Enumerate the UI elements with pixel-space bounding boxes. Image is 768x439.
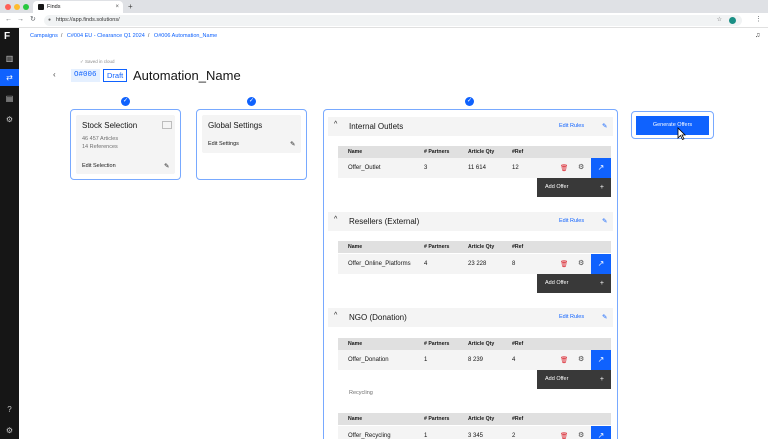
gear-icon[interactable]: ⚙ xyxy=(578,259,584,267)
trash-icon[interactable]: 🗑 xyxy=(560,164,568,172)
pencil-icon[interactable]: ✎ xyxy=(602,313,607,321)
url-field[interactable]: ● https://app.finds.solutions/ ☆ xyxy=(44,15,742,26)
back-chevron-icon[interactable]: ‹ xyxy=(53,70,56,79)
window-close-dot[interactable] xyxy=(5,4,11,10)
forward-arrow-icon[interactable]: → xyxy=(17,15,24,25)
window-maximize-dot[interactable] xyxy=(23,4,29,10)
table-row[interactable]: Offer_Donation 1 8 239 4 🗑 ⚙ ↗ xyxy=(338,350,611,370)
open-external-icon[interactable]: ↗ xyxy=(591,350,611,370)
table-header: Name # Partners Article Qty #Ref xyxy=(338,413,611,425)
browser-menu-icon[interactable]: ⋮ xyxy=(755,15,762,25)
add-offer-button[interactable]: Add Offer + xyxy=(537,370,611,389)
new-tab-button[interactable]: + xyxy=(128,1,133,12)
settings-icon[interactable]: ⚙ xyxy=(0,111,19,128)
plus-icon: + xyxy=(599,376,604,383)
finds-favicon-icon xyxy=(38,4,44,10)
plus-icon: + xyxy=(599,184,604,191)
checkmark-icon: ✓ xyxy=(121,97,130,106)
checkmark-icon: ✓ xyxy=(247,97,256,106)
app-sidebar: F ▥ ⇄ ▤ ⚙ ? ⚙ xyxy=(0,28,19,439)
cursor-icon xyxy=(677,127,686,140)
add-offer-button[interactable]: Add Offer + xyxy=(537,274,611,293)
articles-count: 46 457 Articles xyxy=(82,136,119,142)
trash-icon[interactable]: 🗑 xyxy=(560,260,568,268)
folder-icon[interactable]: ▤ xyxy=(0,90,19,107)
table-header: Name # Partners Article Qty #Ref xyxy=(338,338,611,350)
breadcrumb-current[interactable]: O#006 Automation_Name xyxy=(154,33,217,39)
table-header: Name # Partners Article Qty #Ref xyxy=(338,241,611,253)
reload-icon[interactable]: ↻ xyxy=(30,15,36,25)
chevron-up-icon[interactable]: ^ xyxy=(334,312,337,319)
global-settings-card[interactable]: Global Settings Edit Settings ✎ xyxy=(202,115,301,153)
global-settings-box: Global Settings Edit Settings ✎ xyxy=(196,109,307,180)
table-row[interactable]: Offer_Online_Platforms 4 23 228 8 🗑 ⚙ ↗ xyxy=(338,254,611,274)
pencil-icon[interactable]: ✎ xyxy=(164,162,169,170)
chart-icon[interactable]: ▥ xyxy=(0,50,19,67)
global-settings-title: Global Settings xyxy=(208,121,263,130)
trash-icon[interactable]: 🗑 xyxy=(560,356,568,364)
gear-icon[interactable]: ⚙ xyxy=(578,431,584,439)
section-title: Internal Outlets xyxy=(349,122,404,131)
bell-icon[interactable]: ♫ xyxy=(755,32,760,39)
back-arrow-icon[interactable]: ← xyxy=(5,15,12,25)
pencil-icon[interactable]: ✎ xyxy=(602,122,607,130)
finds-logo-icon[interactable]: F xyxy=(4,31,10,42)
edit-settings-button[interactable]: Edit Settings xyxy=(208,141,239,147)
recycling-label-fragment: Recycling xyxy=(349,390,373,396)
stock-selection-card[interactable]: Stock Selection 46 457 Articles 14 Refer… xyxy=(76,115,175,174)
breadcrumb: Campaigns / C#004 EU - Clearance Q1 2024/… xyxy=(30,33,218,39)
open-external-icon[interactable]: ↗ xyxy=(591,426,611,439)
generate-offers-box: Generate Offers xyxy=(631,111,714,139)
stock-selection-title: Stock Selection xyxy=(82,121,138,130)
table-header: Name # Partners Article Qty #Ref xyxy=(338,146,611,158)
open-external-icon[interactable]: ↗ xyxy=(591,158,611,178)
chevron-up-icon[interactable]: ^ xyxy=(334,121,337,128)
gear-icon[interactable]: ⚙ xyxy=(578,355,584,363)
checkmark-icon: ✓ xyxy=(465,97,474,106)
pencil-icon[interactable]: ✎ xyxy=(290,140,295,148)
gear-icon[interactable]: ⚙ xyxy=(578,163,584,171)
table-icon xyxy=(162,121,172,129)
url-text: https://app.finds.solutions/ xyxy=(56,17,120,23)
tab-close-icon[interactable]: × xyxy=(115,1,119,13)
offer-groups-panel: ^ Internal Outlets Edit Rules ✎ Name # Pa… xyxy=(323,109,618,439)
section-title: NGO (Donation) xyxy=(349,313,407,322)
section-header-ngo[interactable]: ^ NGO (Donation) Edit Rules ✎ xyxy=(328,308,613,327)
transfer-icon[interactable]: ⇄ xyxy=(0,69,19,86)
help-icon[interactable]: ? xyxy=(0,401,19,418)
plus-icon: + xyxy=(599,280,604,287)
generate-offers-button[interactable]: Generate Offers xyxy=(636,116,709,135)
breadcrumb-campaigns[interactable]: Campaigns xyxy=(30,33,58,39)
tab-title: Finds xyxy=(47,4,61,10)
trash-icon[interactable]: 🗑 xyxy=(560,432,568,439)
automation-id-chip: O#006 xyxy=(71,69,100,82)
add-offer-button[interactable]: Add Offer + xyxy=(537,178,611,197)
table-row[interactable]: Offer_Recycling 1 3 345 2 🗑 ⚙ ↗ xyxy=(338,426,611,439)
breadcrumb-campaign[interactable]: C#004 EU - Clearance Q1 2024 xyxy=(67,33,145,39)
browser-address-bar: ← → ↻ ● https://app.finds.solutions/ ☆ ⋮ xyxy=(0,13,768,28)
chevron-up-icon[interactable]: ^ xyxy=(334,216,337,223)
section-header-resellers[interactable]: ^ Resellers (External) Edit Rules ✎ xyxy=(328,212,613,231)
page-title: Automation_Name xyxy=(133,68,241,83)
star-icon[interactable]: ☆ xyxy=(717,15,722,26)
edit-selection-button[interactable]: Edit Selection xyxy=(82,163,116,169)
saved-status: ✓ Saved in cloud xyxy=(80,59,115,64)
open-external-icon[interactable]: ↗ xyxy=(591,254,611,274)
browser-tab[interactable]: Finds × xyxy=(33,1,123,13)
status-badge: Draft xyxy=(103,69,128,82)
edit-rules-link[interactable]: Edit Rules xyxy=(559,123,584,129)
profile-avatar[interactable] xyxy=(729,17,736,24)
stock-selection-box: Stock Selection 46 457 Articles 14 Refer… xyxy=(70,109,181,180)
browser-tab-bar: Finds × + xyxy=(0,0,768,13)
window-minimize-dot[interactable] xyxy=(14,4,20,10)
section-title: Resellers (External) xyxy=(349,217,420,226)
edit-rules-link[interactable]: Edit Rules xyxy=(559,218,584,224)
edit-rules-link[interactable]: Edit Rules xyxy=(559,314,584,320)
references-count: 14 References xyxy=(82,144,118,150)
section-header-internal-outlets[interactable]: ^ Internal Outlets Edit Rules ✎ xyxy=(328,117,613,136)
pencil-icon[interactable]: ✎ xyxy=(602,217,607,225)
gear-icon[interactable]: ⚙ xyxy=(0,422,19,439)
table-row[interactable]: Offer_Outlet 3 11 614 12 🗑 ⚙ ↗ xyxy=(338,158,611,178)
lock-icon: ● xyxy=(48,17,52,23)
